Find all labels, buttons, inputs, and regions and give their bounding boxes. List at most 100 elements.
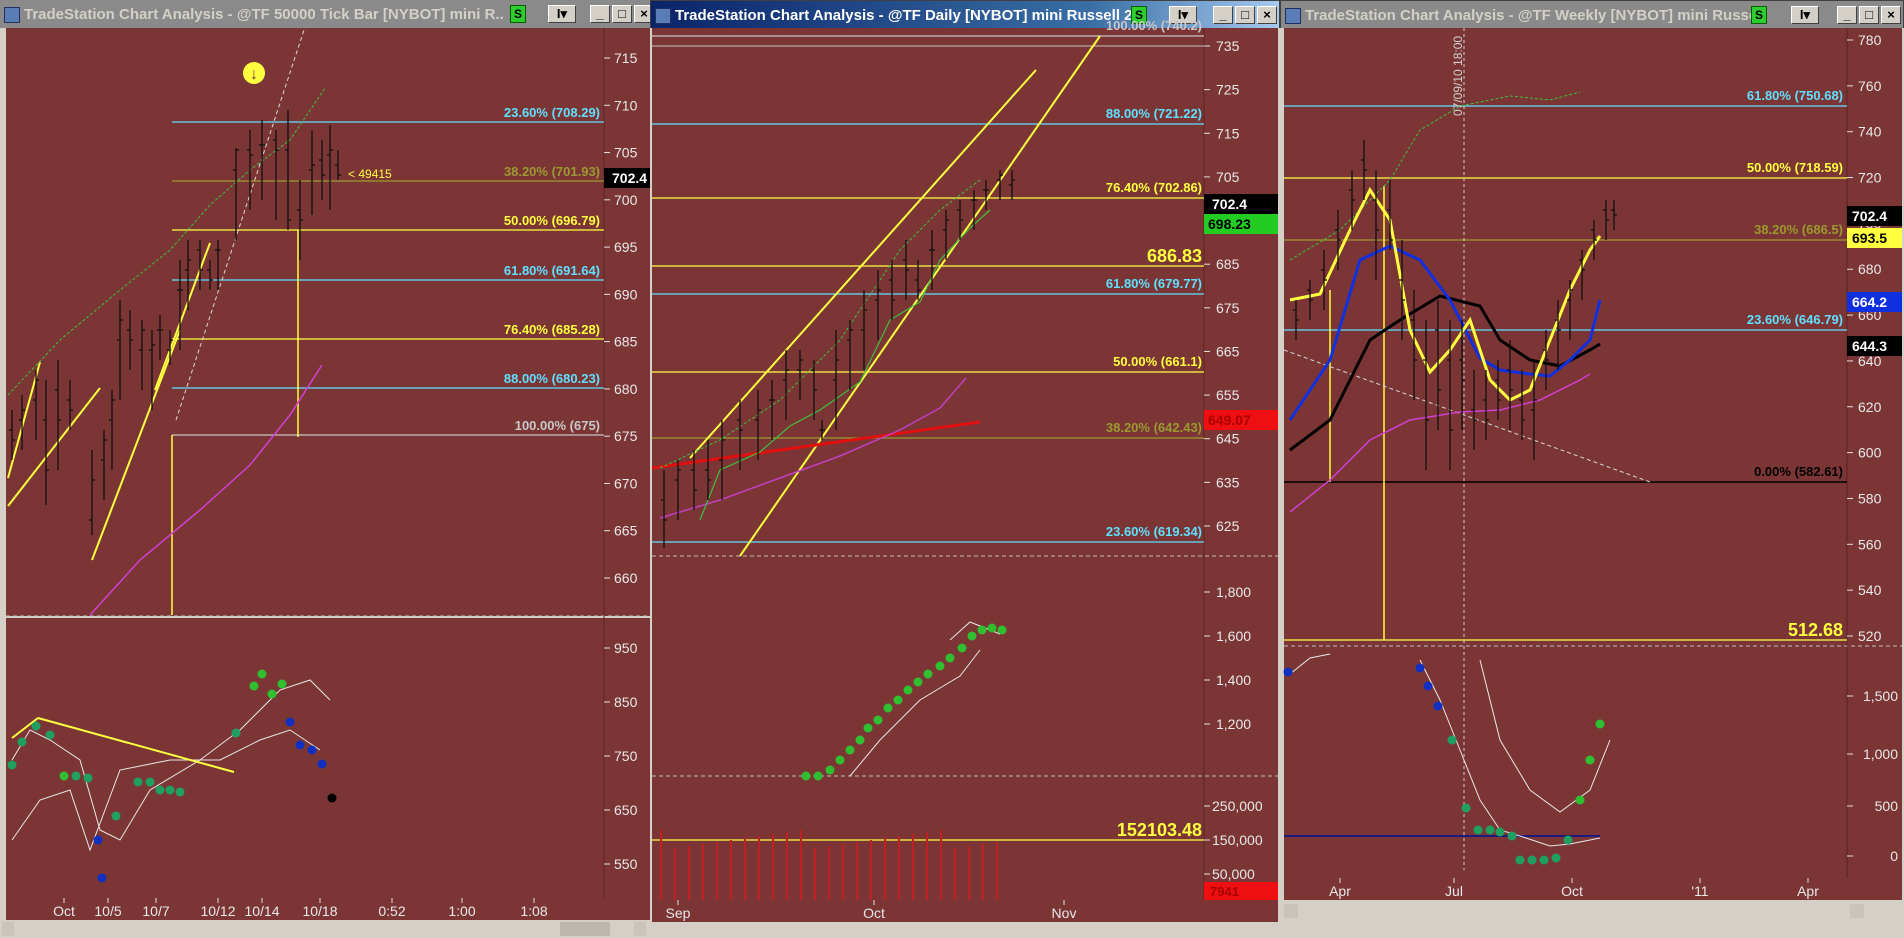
horizontal-scrollbar[interactable] bbox=[1280, 902, 1904, 920]
scroll-left-button[interactable] bbox=[1284, 904, 1298, 918]
volume-bar bbox=[786, 832, 788, 900]
oscillator-pane[interactable] bbox=[652, 558, 1204, 776]
oscillator-dot bbox=[1423, 681, 1433, 691]
oscillator-dot bbox=[155, 785, 165, 795]
oscillator-dot bbox=[825, 765, 835, 775]
time-axis-label: 0:52 bbox=[378, 903, 405, 919]
oscillator-axis-label: 1,500 bbox=[1863, 688, 1898, 704]
price-axis-label: 715 bbox=[614, 50, 638, 66]
oscillator-dot bbox=[45, 730, 55, 740]
charts-canvas[interactable]: 715 710 705 700 695 690 685 680 675 670 665 660 950 8… bbox=[0, 0, 1904, 938]
oscillator-dot bbox=[801, 771, 811, 781]
oscillator-axis-label: 0 bbox=[1890, 848, 1898, 864]
last-price-value: 702.4 bbox=[612, 170, 647, 186]
oscillator-dot bbox=[835, 755, 845, 765]
horizontal-scrollbar[interactable] bbox=[0, 920, 650, 938]
price-axis-label: 740 bbox=[1858, 124, 1882, 140]
price-axis-label: 700 bbox=[614, 192, 638, 208]
oscillator-axis-label: 850 bbox=[614, 694, 638, 710]
fibonacci-level-label: 0.00% (582.61) bbox=[1754, 464, 1843, 479]
price-axis-label: 675 bbox=[1216, 300, 1240, 316]
price-axis-label: 680 bbox=[1858, 261, 1882, 277]
time-axis-label: Jul bbox=[1445, 883, 1463, 899]
oscillator-dot bbox=[1563, 835, 1573, 845]
volume-bar bbox=[870, 840, 872, 900]
oscillator-dot bbox=[977, 625, 987, 635]
oscillator-dot bbox=[83, 773, 93, 783]
price-axis-label: 685 bbox=[614, 334, 638, 350]
oscillator-axis-label: 500 bbox=[1875, 798, 1899, 814]
oscillator-dot bbox=[145, 777, 155, 787]
oscillator-dot bbox=[17, 737, 27, 747]
oscillator-dot bbox=[1433, 701, 1443, 711]
indicator-value: 664.2 bbox=[1852, 294, 1887, 310]
oscillator-dot bbox=[71, 771, 81, 781]
oscillator-pane[interactable] bbox=[6, 618, 604, 898]
time-axis-label: 1:00 bbox=[448, 903, 475, 919]
price-axis-label: 665 bbox=[1216, 343, 1240, 359]
time-axis-label: Sep bbox=[666, 905, 691, 921]
oscillator-dot bbox=[1485, 825, 1495, 835]
oscillator-dot bbox=[935, 661, 945, 671]
price-axis-label: 705 bbox=[614, 145, 638, 161]
indicator-value: 698.23 bbox=[1208, 216, 1251, 232]
oscillator-dot bbox=[97, 873, 107, 883]
price-axis-label: 645 bbox=[1216, 431, 1240, 447]
volume-bar bbox=[968, 846, 970, 900]
oscillator-dot bbox=[31, 721, 41, 731]
horizontal-scrollbar[interactable] bbox=[650, 922, 1280, 938]
volume-bar bbox=[954, 848, 956, 900]
oscillator-dot bbox=[845, 745, 855, 755]
fibonacci-level-label: 23.60% (708.29) bbox=[504, 105, 600, 120]
oscillator-dot bbox=[987, 623, 997, 633]
oscillator-dot bbox=[1461, 803, 1471, 813]
volume-bar bbox=[856, 842, 858, 900]
price-axis-label: 635 bbox=[1216, 474, 1240, 490]
fibonacci-level-label: 61.80% (750.68) bbox=[1747, 88, 1843, 103]
volume-bar bbox=[912, 834, 914, 900]
oscillator-dot bbox=[165, 785, 175, 795]
price-pane[interactable] bbox=[1284, 28, 1847, 648]
price-axis-label: 580 bbox=[1858, 490, 1882, 506]
date-cursor-label: 07/09/10 18:00 bbox=[1451, 36, 1465, 116]
volume-bar bbox=[884, 838, 886, 900]
oscillator-dot bbox=[7, 760, 17, 770]
time-axis-label: Apr bbox=[1797, 883, 1819, 899]
oscillator-dot bbox=[133, 777, 143, 787]
price-axis-label: 735 bbox=[1216, 38, 1240, 54]
fibonacci-level-label: 88.00% (680.23) bbox=[504, 371, 600, 386]
oscillator-dot bbox=[307, 745, 317, 755]
time-axis-label: Nov bbox=[1052, 905, 1077, 921]
oscillator-dot bbox=[1495, 827, 1505, 837]
oscillator-dot bbox=[111, 811, 121, 821]
scroll-thumb[interactable] bbox=[560, 922, 610, 936]
oscillator-dot bbox=[1585, 755, 1595, 765]
oscillator-axis bbox=[1847, 648, 1902, 878]
signal-arrow-glyph: ↓ bbox=[250, 66, 258, 83]
last-price-value: 702.4 bbox=[1212, 196, 1247, 212]
oscillator-axis-label: 1,800 bbox=[1216, 584, 1251, 600]
indicator-value: 693.5 bbox=[1852, 230, 1887, 246]
volume-bar bbox=[926, 832, 928, 900]
oscillator-dot bbox=[285, 717, 295, 727]
time-axis-label: 10/12 bbox=[200, 903, 235, 919]
oscillator-dot bbox=[1527, 855, 1537, 865]
oscillator-dot bbox=[327, 793, 337, 803]
oscillator-dot bbox=[855, 735, 865, 745]
price-axis-label: 670 bbox=[614, 475, 638, 491]
price-axis-label: 710 bbox=[614, 97, 638, 113]
oscillator-dot bbox=[813, 771, 823, 781]
oscillator-dot bbox=[903, 685, 913, 695]
price-axis-label: 695 bbox=[614, 239, 638, 255]
volume-bar bbox=[828, 846, 830, 900]
oscillator-dot bbox=[295, 740, 305, 750]
oscillator-dot bbox=[1539, 855, 1549, 865]
volume-bar bbox=[702, 844, 704, 900]
scroll-right-button[interactable] bbox=[1850, 904, 1864, 918]
volume-axis-label: 250,000 bbox=[1212, 798, 1263, 814]
scroll-right-button[interactable] bbox=[634, 922, 646, 936]
oscillator-axis-label: 950 bbox=[614, 640, 638, 656]
oscillator-dot bbox=[967, 631, 977, 641]
price-axis-label: 600 bbox=[1858, 445, 1882, 461]
scroll-left-button[interactable] bbox=[2, 922, 14, 936]
